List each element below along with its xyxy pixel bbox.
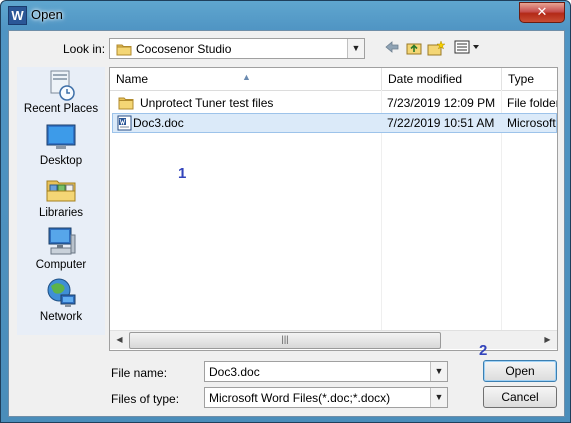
open-button[interactable]: Open xyxy=(483,360,557,382)
place-label: Network xyxy=(39,311,83,323)
chevron-down-icon[interactable]: ▼ xyxy=(430,388,447,407)
recent-places-icon xyxy=(50,70,75,101)
look-in-combo[interactable]: Cocosenor Studio ▼ xyxy=(109,38,365,59)
place-label: Recent Places xyxy=(23,103,99,115)
title-bar[interactable]: W Open ✕ xyxy=(1,1,570,29)
folder-icon xyxy=(118,97,134,110)
column-header-type[interactable]: Type xyxy=(502,68,557,90)
open-dialog-window: W Open ✕ Look in: Cocosenor Studio ▼ Rec… xyxy=(0,0,571,423)
dialog-client: Look in: Cocosenor Studio ▼ Recent Place… xyxy=(8,30,565,417)
scrollbar-thumb[interactable]: ||| xyxy=(129,332,441,349)
file-name-input[interactable]: Doc3.doc xyxy=(209,365,260,379)
up-folder-icon[interactable] xyxy=(405,40,423,58)
sort-ascending-icon: ▲ xyxy=(242,72,251,82)
nav-toolbar xyxy=(383,40,483,58)
place-label: Libraries xyxy=(38,207,84,219)
file-type: File folder xyxy=(507,96,558,110)
place-label: Computer xyxy=(35,259,87,271)
folder-icon xyxy=(116,44,132,56)
chevron-down-icon[interactable]: ▼ xyxy=(347,39,364,58)
file-name: Unprotect Tuner test files xyxy=(140,96,274,110)
places-bar: Recent Places Desktop Libraries Computer… xyxy=(17,67,105,335)
new-folder-icon[interactable] xyxy=(427,40,446,58)
network-icon xyxy=(47,278,76,307)
look-in-label: Look in: xyxy=(63,42,106,56)
views-menu-icon[interactable] xyxy=(453,40,483,58)
column-header-name[interactable]: Name ▲ xyxy=(110,68,382,90)
chevron-down-icon[interactable]: ▼ xyxy=(430,362,447,381)
column-header-label: Name xyxy=(116,72,149,86)
libraries-icon xyxy=(46,180,76,202)
window-title: Open xyxy=(31,7,63,22)
back-icon[interactable] xyxy=(383,40,401,58)
place-network[interactable]: Network xyxy=(17,277,105,323)
file-name: Doc3.doc xyxy=(133,116,184,130)
scroll-right-icon[interactable]: ▶ xyxy=(539,331,556,348)
file-type: Microsoft xyxy=(507,116,556,130)
step-annotation-1: 1 xyxy=(178,165,187,182)
column-header-label: Date modified xyxy=(388,72,463,86)
column-header-label: Type xyxy=(508,72,535,86)
step-annotation-2: 2 xyxy=(479,342,488,359)
desktop-icon xyxy=(46,124,76,149)
file-date: 7/22/2019 10:51 AM xyxy=(387,116,495,130)
file-name-label: File name: xyxy=(111,366,168,380)
scroll-left-icon[interactable]: ◀ xyxy=(111,331,128,348)
file-type-value: Microsoft Word Files(*.doc;*.docx) xyxy=(209,391,391,405)
word-doc-icon xyxy=(117,115,132,131)
file-type-combo[interactable]: Microsoft Word Files(*.doc;*.docx) ▼ xyxy=(204,387,448,408)
file-date: 7/23/2019 12:09 PM xyxy=(387,96,496,110)
list-header: Name ▲ Date modified Type xyxy=(110,68,557,91)
look-in-value: Cocosenor Studio xyxy=(136,42,232,56)
file-name-combo[interactable]: Doc3.doc ▼ xyxy=(204,361,448,382)
file-row-selected[interactable]: Doc3.doc 7/22/2019 10:51 AM Microsoft xyxy=(112,113,557,133)
horizontal-scrollbar[interactable]: ◀ ||| ▶ xyxy=(110,330,557,349)
column-header-date[interactable]: Date modified xyxy=(382,68,502,90)
place-recent-places[interactable]: Recent Places xyxy=(17,69,105,115)
computer-icon xyxy=(48,227,76,255)
cancel-button[interactable]: Cancel xyxy=(483,386,557,408)
close-button[interactable]: ✕ xyxy=(519,2,565,23)
file-type-label: Files of type: xyxy=(111,392,180,406)
place-libraries[interactable]: Libraries xyxy=(17,173,105,219)
place-desktop[interactable]: Desktop xyxy=(17,121,105,167)
place-computer[interactable]: Computer xyxy=(17,225,105,271)
file-list: Name ▲ Date modified Type Unprotect Tune… xyxy=(109,67,558,351)
place-label: Desktop xyxy=(39,155,83,167)
file-row[interactable]: Unprotect Tuner test files 7/23/2019 12:… xyxy=(112,94,557,113)
word-app-icon: W xyxy=(8,6,27,25)
